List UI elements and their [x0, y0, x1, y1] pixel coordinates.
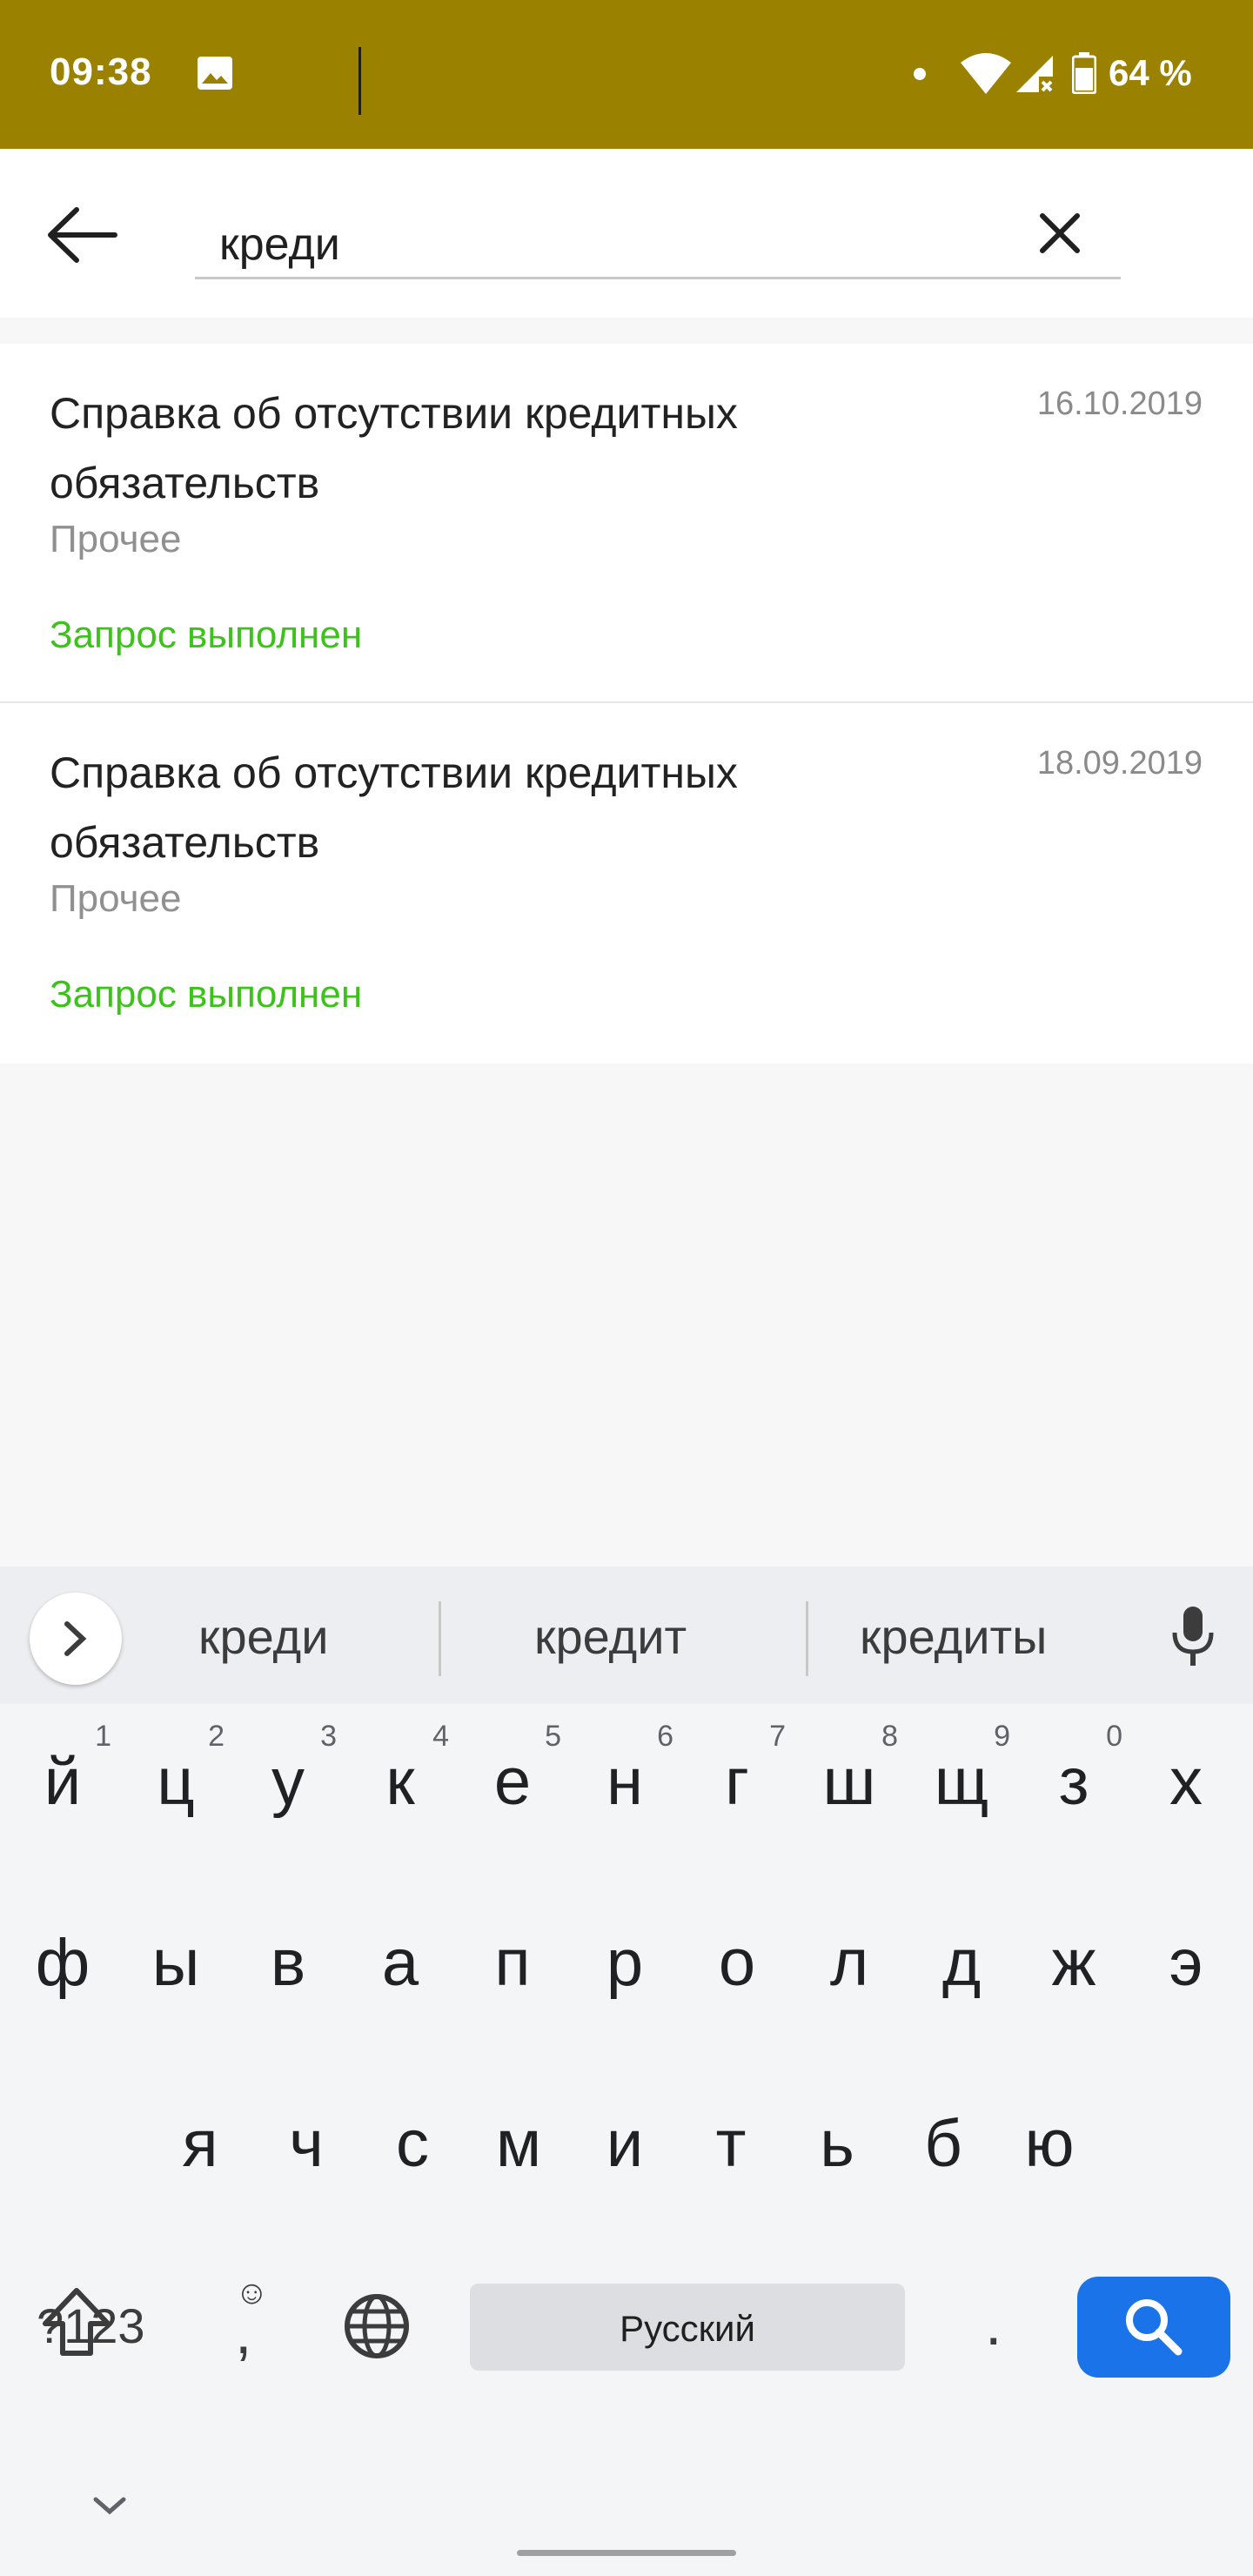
item-category: Прочее — [50, 877, 182, 920]
key[interactable]: с — [369, 2106, 456, 2182]
text-cursor — [358, 47, 361, 115]
key[interactable]: у3 — [245, 1720, 337, 1820]
results-list: Справка об отсутствии кредитных обязател… — [0, 344, 1253, 1063]
key-hint: 4 — [432, 1720, 449, 1753]
key-hint: 9 — [994, 1720, 1010, 1753]
key[interactable]: е5 — [469, 1720, 561, 1820]
clear-search-icon[interactable] — [1032, 205, 1088, 261]
key[interactable]: м — [475, 2106, 562, 2182]
item-category: Прочее — [50, 518, 182, 560]
list-item[interactable]: Справка об отсутствии кредитных обязател… — [0, 703, 1253, 1063]
image-notification-icon — [198, 57, 232, 90]
item-date: 16.10.2019 — [1036, 386, 1203, 422]
key[interactable]: з0 — [1030, 1720, 1122, 1820]
item-status: Запрос выполнен — [50, 973, 363, 1016]
key-hint: 7 — [769, 1720, 786, 1753]
search-input[interactable]: креди — [195, 192, 1121, 279]
item-date: 18.09.2019 — [1036, 745, 1203, 782]
suggestion-2[interactable]: кредит — [534, 1608, 687, 1665]
list-item[interactable]: Справка об отсутствии кредитных обязател… — [0, 344, 1253, 703]
space-bar[interactable]: Русский — [470, 2284, 905, 2371]
chevron-right-icon — [64, 1621, 87, 1656]
globe-icon[interactable] — [343, 2292, 411, 2360]
key[interactable]: я — [157, 2106, 244, 2182]
key[interactable]: а — [357, 1925, 444, 2001]
key[interactable]: о — [694, 1925, 781, 2001]
suggestion-strip: креди кредит кредиты — [0, 1566, 1253, 1704]
key-hint: 5 — [545, 1720, 561, 1753]
gesture-nav-bar[interactable] — [517, 2550, 736, 2556]
wifi-icon — [961, 53, 1011, 94]
key[interactable]: т — [687, 2106, 774, 2182]
key[interactable]: н6 — [581, 1720, 673, 1820]
key-hint: 2 — [208, 1720, 224, 1753]
space-bar-label: Русский — [620, 2308, 755, 2349]
key[interactable]: г7 — [694, 1720, 786, 1820]
suggestion-3[interactable]: кредиты — [860, 1608, 1047, 1665]
suggestion-divider — [439, 1601, 441, 1676]
chevron-down-icon[interactable] — [90, 2494, 129, 2519]
key[interactable]: ь — [794, 2106, 881, 2182]
key[interactable]: щ9 — [918, 1720, 1010, 1820]
suggestion-divider — [806, 1601, 808, 1676]
battery-icon — [1072, 52, 1096, 94]
soft-keyboard: креди кредит кредиты — [0, 1566, 1253, 2576]
key[interactable]: й1 — [19, 1720, 111, 1820]
cellular-signal-icon — [1016, 56, 1053, 92]
key-hint: 1 — [95, 1720, 111, 1753]
search-icon — [1126, 2299, 1183, 2356]
key-hint: 0 — [1106, 1720, 1122, 1753]
status-bar: 09:38 64 % — [0, 0, 1253, 149]
key[interactable]: ф — [19, 1925, 106, 2001]
suggestion-1[interactable]: креди — [198, 1608, 329, 1665]
expand-toolbar-button[interactable] — [30, 1593, 122, 1685]
search-key[interactable] — [1077, 2277, 1230, 2378]
key[interactable]: в — [245, 1925, 332, 2001]
key[interactable]: ж — [1030, 1925, 1117, 2001]
search-query-text: креди — [219, 219, 340, 270]
comma-key[interactable]: , — [235, 2298, 251, 2367]
key-hint: 6 — [657, 1720, 673, 1753]
symbols-key[interactable]: ?123 — [37, 2298, 145, 2354]
key[interactable]: л — [806, 1925, 893, 2001]
key[interactable]: ш8 — [806, 1720, 899, 1820]
key-hint: 8 — [881, 1720, 898, 1753]
key[interactable]: и — [581, 2106, 668, 2182]
key[interactable]: ы — [132, 1925, 219, 2001]
battery-percent: 64 % — [1109, 52, 1192, 93]
back-arrow-icon[interactable] — [45, 206, 118, 264]
key[interactable]: х — [1142, 1744, 1230, 1820]
key[interactable]: ч — [263, 2106, 350, 2182]
item-title: Справка об отсутствии кредитных обязател… — [50, 389, 738, 507]
key[interactable]: ц2 — [132, 1720, 224, 1820]
key[interactable]: к4 — [357, 1720, 449, 1820]
key[interactable]: д — [918, 1925, 1005, 2001]
mic-icon[interactable] — [1171, 1605, 1215, 1667]
key[interactable]: р — [581, 1925, 668, 2001]
key[interactable]: ю — [1006, 2106, 1093, 2182]
notification-dot-icon — [914, 68, 926, 80]
key-hint: 3 — [320, 1720, 337, 1753]
key[interactable]: п — [469, 1925, 556, 2001]
key[interactable]: э — [1142, 1925, 1230, 2001]
item-status: Запрос выполнен — [50, 614, 363, 656]
period-key[interactable]: . — [985, 2289, 1002, 2358]
item-title: Справка об отсутствии кредитных обязател… — [50, 748, 738, 867]
key[interactable]: б — [900, 2106, 987, 2182]
status-time: 09:38 — [50, 50, 152, 93]
